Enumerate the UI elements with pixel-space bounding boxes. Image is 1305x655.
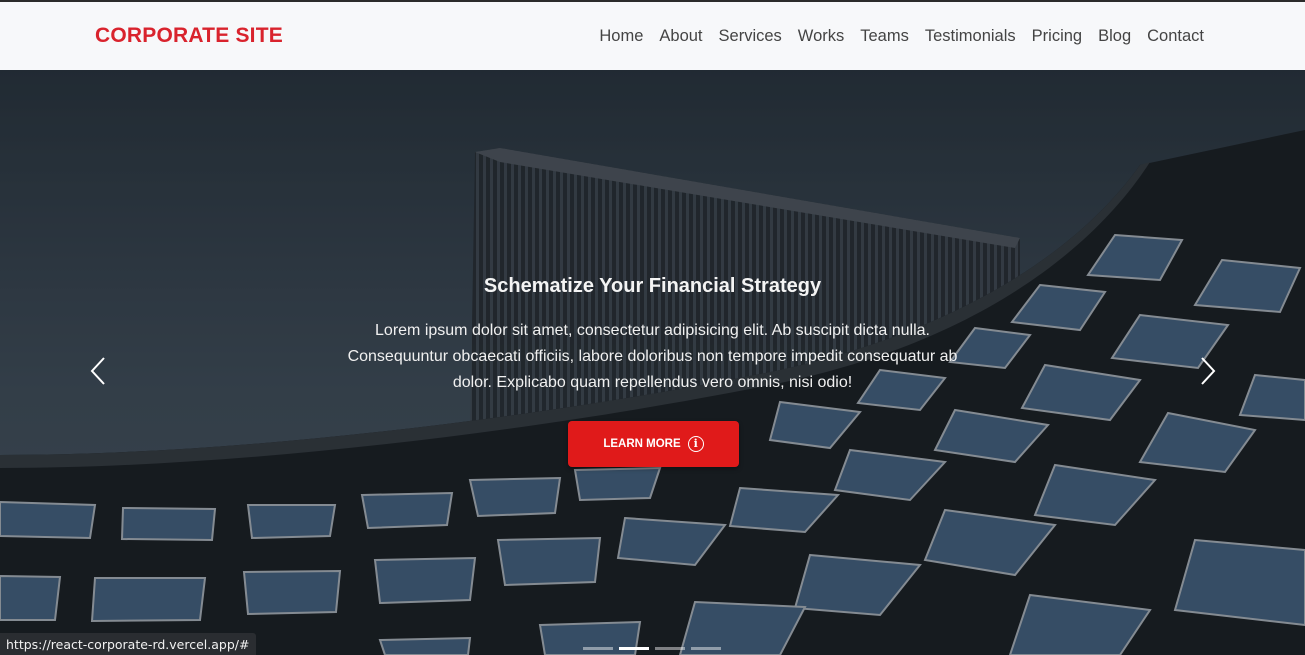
learn-more-button[interactable]: LEARN MORE i xyxy=(568,421,739,467)
chevron-left-icon xyxy=(90,357,105,385)
learn-more-label: LEARN MORE xyxy=(603,438,681,450)
carousel-indicator-active[interactable] xyxy=(619,647,649,650)
carousel-indicator[interactable] xyxy=(655,647,685,650)
info-icon: i xyxy=(687,436,704,452)
nav-link-pricing[interactable]: Pricing xyxy=(1024,27,1090,46)
chevron-right-icon xyxy=(1201,357,1216,385)
brand-logo[interactable]: CORPORATE SITE xyxy=(95,24,283,48)
status-bar-url: https://react-corporate-rd.vercel.app/# xyxy=(0,633,257,655)
navbar: CORPORATE SITE Home About Services Works… xyxy=(0,0,1305,70)
slide-title: Schematize Your Financial Strategy xyxy=(483,275,822,297)
nav-link-contact[interactable]: Contact xyxy=(1139,27,1212,46)
slide-description: Lorem ipsum dolor sit amet, consectetur … xyxy=(347,322,958,391)
hero-carousel: Schematize Your Financial Strategy Lorem… xyxy=(0,70,1305,655)
carousel-prev-button[interactable] xyxy=(84,353,114,389)
nav-link-blog[interactable]: Blog xyxy=(1090,27,1139,46)
carousel-indicator[interactable] xyxy=(691,647,721,650)
nav-link-testimonials[interactable]: Testimonials xyxy=(917,27,1024,46)
carousel-next-button[interactable] xyxy=(1192,353,1222,389)
nav-link-about[interactable]: About xyxy=(651,27,710,46)
carousel-indicators xyxy=(583,647,721,650)
nav-link-teams[interactable]: Teams xyxy=(852,27,917,46)
nav-menu: Home About Services Works Teams Testimon… xyxy=(591,27,1212,46)
nav-link-services[interactable]: Services xyxy=(711,27,790,46)
nav-link-home[interactable]: Home xyxy=(591,27,651,46)
carousel-indicator[interactable] xyxy=(583,647,613,650)
nav-link-works[interactable]: Works xyxy=(790,27,852,46)
